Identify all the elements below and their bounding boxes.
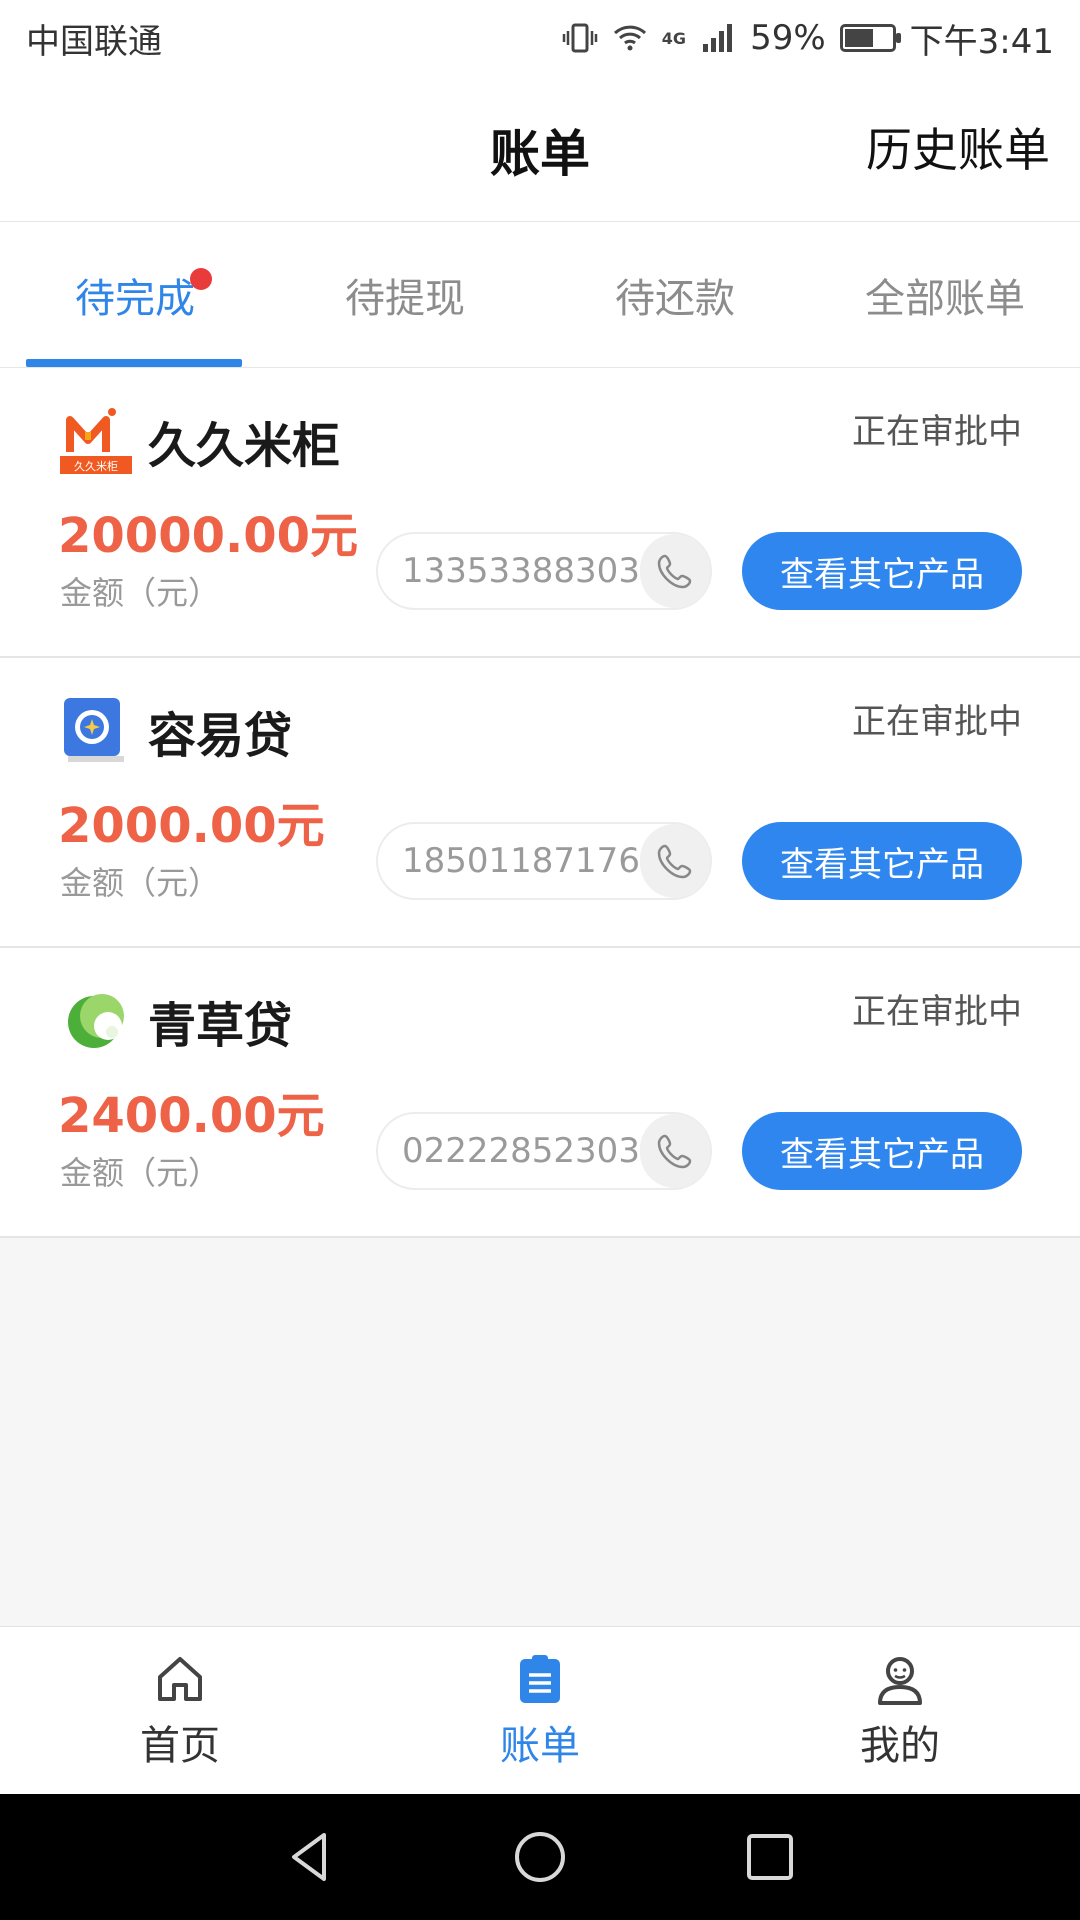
bottom-navigation: 首页 账单 我的 xyxy=(0,1626,1080,1794)
approval-status: 正在审批中 xyxy=(852,702,1022,742)
home-icon xyxy=(158,1656,202,1701)
history-bills-link[interactable]: 历史账单 xyxy=(866,114,1050,180)
approval-status: 正在审批中 xyxy=(852,992,1022,1032)
battery-icon xyxy=(839,24,901,52)
nav-mine[interactable]: 我的 xyxy=(720,1627,1080,1794)
status-indicators: 4G 59% 下午3:41 xyxy=(562,14,1054,63)
product-name: 容易贷 xyxy=(148,708,293,764)
tab-pending-withdraw[interactable]: 待提现 xyxy=(270,222,540,367)
bill-icon xyxy=(520,1654,560,1703)
nav-label: 我的 xyxy=(860,1722,940,1769)
call-button[interactable] xyxy=(639,534,710,608)
rongyi-logo-icon xyxy=(58,692,134,768)
amount-label: 金额（元） xyxy=(60,574,221,612)
phone-number: 18501187176 xyxy=(402,841,640,881)
notification-dot xyxy=(190,268,212,290)
service-phone[interactable]: 02222852303 xyxy=(376,1112,712,1190)
tab-pending-repay[interactable]: 待还款 xyxy=(540,222,810,367)
phone-icon xyxy=(657,844,692,879)
tab-label: 待完成 xyxy=(75,275,195,322)
amount-label: 金额（元） xyxy=(60,864,221,902)
system-navigation-bar xyxy=(0,1794,1080,1920)
amount-label: 金额（元） xyxy=(60,1154,221,1192)
bill-card[interactable]: 容易贷 正在审批中 2000.00元 金额（元） 18501187176 查看其… xyxy=(0,658,1080,948)
recent-apps-icon[interactable] xyxy=(740,1827,800,1887)
network-type: 4G xyxy=(661,28,687,48)
phone-icon xyxy=(657,554,692,589)
nav-home[interactable]: 首页 xyxy=(0,1627,360,1794)
logo-text: 久久米柜 xyxy=(74,460,118,473)
tab-pending-complete[interactable]: 待完成 xyxy=(0,222,270,367)
phone-number: 13353388303 xyxy=(402,551,640,591)
bill-amount: 20000.00元 xyxy=(58,508,359,564)
approval-status: 正在审批中 xyxy=(852,412,1022,452)
app-header: 账单 历史账单 xyxy=(0,76,1080,222)
nav-label: 首页 xyxy=(140,1722,220,1769)
bill-tabs: 待完成 待提现 待还款 全部账单 xyxy=(0,222,1080,368)
view-other-products-button[interactable]: 查看其它产品 xyxy=(742,532,1022,610)
status-bar: 中国联通 4G 59% 下午3:41 xyxy=(0,0,1080,76)
clock: 下午3:41 xyxy=(909,21,1054,62)
bill-card[interactable]: 青草贷 正在审批中 2400.00元 金额（元） 02222852303 查看其… xyxy=(0,948,1080,1238)
bill-amount: 2400.00元 xyxy=(58,1088,325,1144)
bill-card[interactable]: 久久米柜 久久米柜 正在审批中 20000.00元 金额（元） 13353388… xyxy=(0,368,1080,658)
user-icon xyxy=(878,1656,922,1705)
service-phone[interactable]: 13353388303 xyxy=(376,532,712,610)
home-circle-icon[interactable] xyxy=(510,1827,570,1887)
bill-list: 久久米柜 久久米柜 正在审批中 20000.00元 金额（元） 13353388… xyxy=(0,368,1080,1238)
product-name: 青草贷 xyxy=(148,998,293,1054)
tab-all-bills[interactable]: 全部账单 xyxy=(810,222,1080,367)
tab-label: 待还款 xyxy=(615,275,735,322)
phone-number: 02222852303 xyxy=(402,1131,640,1171)
service-phone[interactable]: 18501187176 xyxy=(376,822,712,900)
tab-label: 全部账单 xyxy=(865,275,1025,322)
product-name: 久久米柜 xyxy=(148,418,341,474)
vibrate-icon xyxy=(562,20,598,56)
carrier-name: 中国联通 xyxy=(26,21,162,62)
qingcao-logo-icon xyxy=(58,982,134,1058)
signal-icon xyxy=(700,20,736,56)
call-button[interactable] xyxy=(639,824,710,898)
back-icon[interactable] xyxy=(280,1827,340,1887)
jiujiu-logo-icon: 久久米柜 xyxy=(58,402,134,478)
wifi-icon xyxy=(612,20,648,56)
view-other-products-button[interactable]: 查看其它产品 xyxy=(742,822,1022,900)
nav-label: 账单 xyxy=(500,1722,580,1769)
view-other-products-button[interactable]: 查看其它产品 xyxy=(742,1112,1022,1190)
call-button[interactable] xyxy=(639,1114,710,1188)
phone-icon xyxy=(657,1134,692,1169)
battery-percent: 59% xyxy=(750,18,826,58)
nav-bills[interactable]: 账单 xyxy=(360,1627,720,1794)
tab-label: 待提现 xyxy=(345,275,465,322)
bill-amount: 2000.00元 xyxy=(58,798,325,854)
